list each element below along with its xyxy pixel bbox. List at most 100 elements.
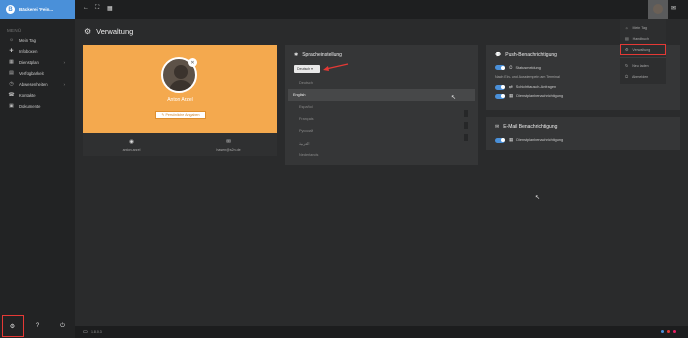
status-dot <box>667 330 670 333</box>
sidebar-item-dienstplan[interactable]: ▦ Dienstplan › <box>0 57 75 68</box>
back-arrow-icon[interactable]: ← <box>83 5 89 11</box>
language-option[interactable]: Français <box>288 113 475 125</box>
app-root: B Bäckerei 'Fein... MENÜ ☼ Mein Tag ✚ In… <box>0 0 688 338</box>
push-row-label: Statusmeldung <box>515 65 541 70</box>
mail-icon: ✉ <box>495 124 500 130</box>
sidebar-item-verfuegbarkeit[interactable]: ▤ Verfügbarkeit <box>0 68 75 79</box>
language-option-selected[interactable]: English <box>288 89 475 101</box>
chevron-right-icon: › <box>63 60 66 65</box>
help-button[interactable]: ? <box>25 314 50 338</box>
swap-icon: ⇄ <box>509 84 513 89</box>
sidebar: B Bäckerei 'Fein... MENÜ ☼ Mein Tag ✚ In… <box>0 0 75 338</box>
scroll-segment <box>464 110 468 117</box>
user-menu-item-logout[interactable]: ⏻ Abmelden <box>620 71 666 82</box>
profile-name: Anton Arzel <box>167 97 193 103</box>
mouse-cursor-icon: ↖ <box>451 95 457 101</box>
sidebar-item-mein-tag[interactable]: ☼ Mein Tag <box>0 35 75 46</box>
calendar-icon: ▦ <box>9 59 14 65</box>
user-menu-item-handbuch[interactable]: ▤ Handbuch <box>620 33 666 44</box>
push-row-label: Dienstplanbenachrichtigung <box>516 94 564 98</box>
user-menu-item-mein-tag[interactable]: ☼ Mein Tag <box>620 22 666 33</box>
sidebar-item-label: Dokumente <box>19 104 41 109</box>
profile-username-col: ◉ anton.arzel <box>83 135 180 156</box>
plus-icon: ✚ <box>9 48 14 54</box>
language-card: ✱ Spracheinstellung Deutsch ▾ Deutsch En… <box>285 45 478 165</box>
user-menu-label: Neu laden <box>632 63 649 68</box>
chat-bubble-icon: 💬 <box>495 52 502 58</box>
mail-row-schedule: ▦ Dienstplanbenachrichtigung <box>495 137 563 143</box>
avatar-body-shape <box>169 80 193 91</box>
close-icon[interactable]: ✕ <box>188 58 197 67</box>
scroll-segment <box>464 134 468 141</box>
avatar-head-shape <box>174 65 188 79</box>
language-option[interactable]: العربية <box>288 137 475 149</box>
list-scrollbar[interactable] <box>464 110 468 146</box>
mail-card-title: E-Mail Benachrichtigung <box>503 124 558 130</box>
sidebar-item-dokumente[interactable]: ▣ Dokumente <box>0 101 75 112</box>
sidebar-menu: ☼ Mein Tag ✚ Infoboxen ▦ Dienstplan › ▤ … <box>0 35 75 112</box>
phone-icon: ☎ <box>8 92 15 98</box>
profile-email: hasen@s2n.de <box>216 148 241 152</box>
stopwatch-icon: ⏱ <box>509 65 513 70</box>
sidebar-item-abwesenheiten[interactable]: ◷ Abwesenheiten › <box>0 79 75 90</box>
sun-icon: ☼ <box>625 25 629 30</box>
sidebar-item-kontakte[interactable]: ☎ Kontakte <box>0 90 75 101</box>
sidebar-item-label: Abwesenheiten <box>19 82 48 87</box>
brand-bar[interactable]: B Bäckerei 'Fein... <box>0 0 75 19</box>
mail-row-label: Dienstplanbenachrichtigung <box>516 138 564 142</box>
language-card-title: Spracheinstellung <box>302 52 342 58</box>
language-option[interactable]: Русский <box>288 125 475 137</box>
profile-card: Anton Arzel ✎ Persönliche Angaben ◉ anto… <box>83 45 277 156</box>
verwaltung-highlight-box <box>620 44 666 55</box>
list-icon: ▤ <box>9 70 14 76</box>
profile-header: Anton Arzel ✎ Persönliche Angaben <box>83 45 277 133</box>
annotation-arrow-icon <box>323 63 349 71</box>
chat-icon[interactable]: ✉ <box>671 5 676 12</box>
user-menu-label: Mein Tag <box>632 25 648 30</box>
grid-icon[interactable]: ▦ <box>107 5 113 12</box>
fullscreen-icon[interactable]: ⛶ <box>95 5 99 12</box>
menu-heading: MENÜ <box>7 28 22 33</box>
push-row-schedule: ▦ Dienstplanbenachrichtigung <box>495 93 563 99</box>
user-menu-item-reload[interactable]: ↻ Neu laden <box>620 60 666 71</box>
help-icon: ? <box>35 323 40 329</box>
language-settings-icon: ✱ <box>294 52 299 58</box>
scroll-segment <box>464 122 468 129</box>
toggle-switch[interactable] <box>495 65 505 70</box>
sun-icon: ☼ <box>9 37 14 43</box>
push-row-swap: ⇄ Schichttausch-Anfragen <box>495 84 556 90</box>
logout-button[interactable]: ⏻ <box>50 314 75 338</box>
mail-card-header: ✉ E-Mail Benachrichtigung <box>495 124 557 130</box>
avatar[interactable] <box>653 4 663 14</box>
language-options-list: Deutsch English Español Français Русский… <box>288 77 475 161</box>
topbar: ← ⛶ ▦ ✉ <box>75 0 688 19</box>
terminal-icon: ▭ <box>83 329 88 335</box>
status-dots <box>658 330 676 333</box>
toggle-switch[interactable] <box>495 137 505 143</box>
mail-icon: ✉ <box>226 139 231 145</box>
sidebar-item-infoboxen[interactable]: ✚ Infoboxen <box>0 46 75 57</box>
power-icon: ⏻ <box>60 322 65 329</box>
folder-icon: ▣ <box>9 103 14 109</box>
user-menu-label: Abmelden <box>632 74 649 79</box>
push-card-title: Push-Benachrichtigung <box>505 52 557 58</box>
profile-footer: ◉ anton.arzel ✉ hasen@s2n.de <box>83 135 277 156</box>
sidebar-item-label: Dienstplan <box>19 60 39 65</box>
sidebar-item-label: Kontakte <box>19 93 36 98</box>
sidebar-item-label: Verfügbarkeit <box>19 71 44 76</box>
footer: ▭ 1.8.0.3 <box>75 326 688 338</box>
status-dot <box>673 330 676 333</box>
email-notification-card: ✉ E-Mail Benachrichtigung ▦ Dienstplanbe… <box>486 117 680 150</box>
page-header: ⚙ Verwaltung <box>84 27 133 36</box>
language-option[interactable]: Deutsch <box>288 77 475 89</box>
language-select[interactable]: Deutsch ▾ <box>294 65 320 73</box>
push-row-label: Schichttausch-Anfragen <box>515 85 557 89</box>
toggle-switch[interactable] <box>495 84 505 90</box>
power-icon: ⏻ <box>625 74 629 79</box>
version-label: 1.8.0.3 <box>91 330 102 334</box>
toggle-switch[interactable] <box>495 93 505 99</box>
language-option[interactable]: Español <box>288 101 475 113</box>
language-option[interactable]: Nederlands <box>288 149 475 161</box>
book-icon: ▤ <box>625 37 629 41</box>
personal-details-button[interactable]: ✎ Persönliche Angaben <box>155 111 206 119</box>
